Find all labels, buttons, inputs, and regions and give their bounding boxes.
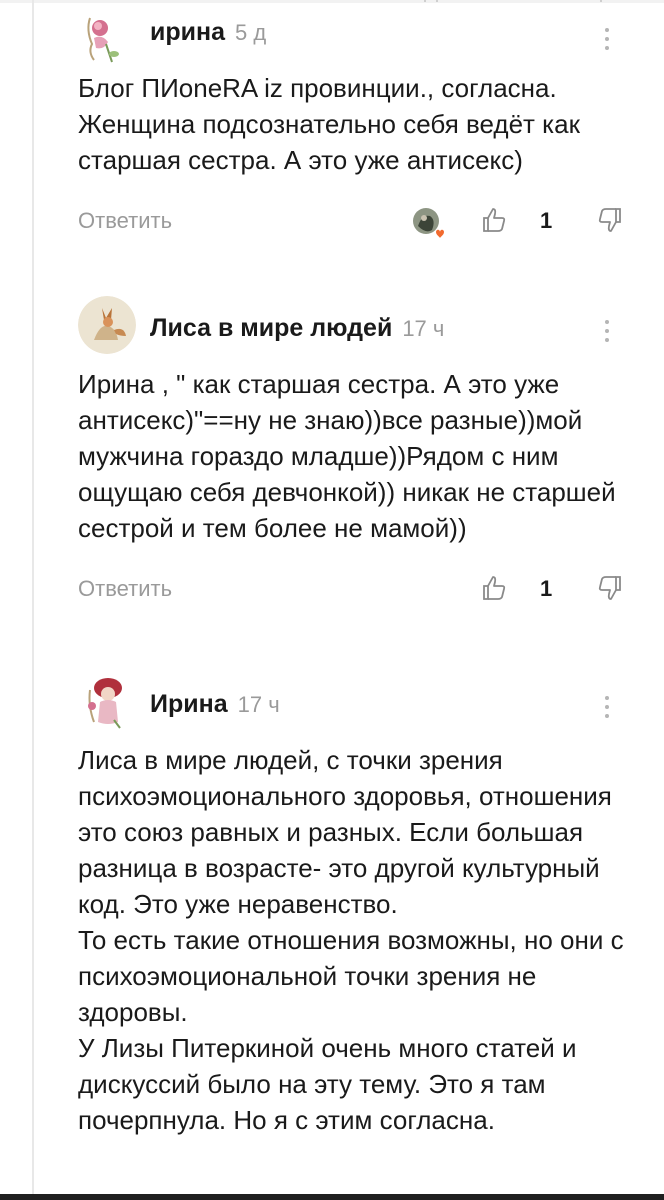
comment-paragraph: То есть такие отношения возможны, но они… bbox=[78, 925, 624, 1027]
author-name[interactable]: Ирина 17 ч bbox=[150, 690, 280, 719]
bottom-navigation-edge bbox=[0, 1194, 664, 1200]
author-name-text[interactable]: Лиса в мире людей bbox=[150, 314, 392, 342]
author-name[interactable]: ирина 5 д bbox=[150, 18, 266, 47]
author-name[interactable]: Лиса в мире людей 17 ч bbox=[150, 314, 444, 343]
reply-button[interactable]: Ответить bbox=[78, 208, 172, 234]
comment-3: Ирина 17 ч Лиса в мире людей, с точки зре… bbox=[78, 672, 638, 1138]
comment-paragraph: Ирина , " как старшая сестра. А это уже … bbox=[78, 369, 616, 543]
comment-1: ирина 5 д Блог ПИoneRA iz провинции., сог… bbox=[78, 6, 638, 242]
thumb-up-icon[interactable] bbox=[480, 206, 508, 234]
comment-header: ирина 5 д bbox=[78, 6, 638, 64]
thumb-down-icon[interactable] bbox=[596, 574, 624, 602]
comment-time: 5 д bbox=[235, 20, 267, 45]
comment-header: Лиса в мире людей 17 ч bbox=[78, 296, 638, 358]
avatar-lady-image bbox=[78, 672, 134, 730]
thumb-down-icon[interactable] bbox=[596, 206, 624, 234]
avatar[interactable] bbox=[78, 296, 136, 354]
reactor-avatar[interactable] bbox=[412, 206, 444, 238]
top-edge-mark bbox=[436, 0, 438, 2]
thread-line bbox=[32, 0, 34, 1200]
comment-actions: Ответить 1 bbox=[78, 570, 638, 610]
comment-paragraph: Лиса в мире людей, с точки зрения психоэ… bbox=[78, 745, 612, 919]
comment-time: 17 ч bbox=[237, 692, 280, 717]
comment-paragraph: Блог ПИoneRA iz провинции., согласна. Же… bbox=[78, 73, 580, 175]
more-vertical-icon[interactable] bbox=[602, 696, 612, 722]
comment-2: Лиса в мире людей 17 ч Ирина , " как стар… bbox=[78, 296, 638, 610]
avatar-fox-image bbox=[78, 296, 136, 354]
like-count: 1 bbox=[540, 576, 553, 601]
comment-time: 17 ч bbox=[402, 316, 445, 341]
avatar[interactable] bbox=[78, 8, 134, 64]
more-vertical-icon[interactable] bbox=[602, 28, 612, 54]
comment-text: Лиса в мире людей, с точки зрения психоэ… bbox=[78, 742, 634, 1138]
comment-header: Ирина 17 ч bbox=[78, 672, 638, 734]
like-count: 1 bbox=[540, 208, 553, 233]
comment-paragraph: У Лизы Питеркиной очень много статей и д… bbox=[78, 1033, 577, 1135]
reactor-avatar-image bbox=[413, 208, 444, 238]
avatar-rose-image bbox=[78, 8, 134, 64]
more-vertical-icon[interactable] bbox=[602, 320, 612, 346]
comment-actions: Ответить 1 bbox=[78, 202, 638, 242]
author-name-text[interactable]: ирина bbox=[150, 18, 225, 46]
avatar[interactable] bbox=[78, 672, 134, 730]
top-edge-mark bbox=[424, 0, 426, 2]
thumb-up-icon[interactable] bbox=[480, 574, 508, 602]
reply-button[interactable]: Ответить bbox=[78, 576, 172, 602]
top-edge-mark bbox=[600, 0, 602, 2]
top-scroll-edge bbox=[0, 0, 664, 3]
comment-text: Ирина , " как старшая сестра. А это уже … bbox=[78, 366, 638, 546]
author-name-text[interactable]: Ирина bbox=[150, 690, 228, 718]
comment-text: Блог ПИoneRA iz провинции., согласна. Же… bbox=[78, 70, 638, 178]
